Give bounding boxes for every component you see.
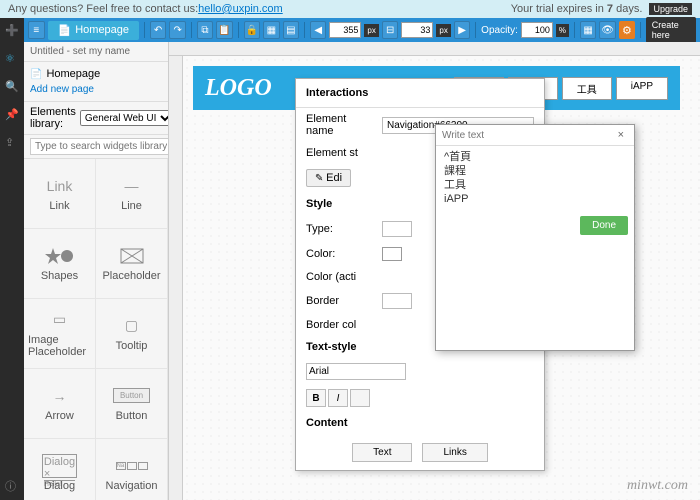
close-icon[interactable]: × [614,129,628,141]
upgrade-button[interactable]: Upgrade [649,3,692,15]
links-button[interactable]: Links [422,443,487,462]
widget-tooltip[interactable]: ▢Tooltip [96,299,168,369]
menu-icon[interactable]: ≡ [28,21,45,39]
eye-icon[interactable]: 👁 [599,21,616,39]
project-title[interactable]: Untitled - set my name [24,42,168,62]
paste-icon[interactable]: 📋 [216,21,233,39]
italic-button[interactable]: I [328,389,348,407]
info-icon[interactable]: ⓘ [5,478,19,492]
popup-item[interactable]: 課程 [444,164,626,178]
logo-text: LOGO [205,75,272,102]
add-page-link[interactable]: Add new page [30,82,162,97]
widget-placeholder[interactable]: Placeholder [96,229,168,299]
left-dock: ➕ ⚛ 🔍 📌 ⇪ ⓘ [0,18,24,500]
ruler-horizontal [169,42,700,56]
layer-icon[interactable]: ▤ [283,21,300,39]
page-item[interactable]: 📄 Homepage [30,66,162,82]
search-icon[interactable]: 🔍 [5,80,19,94]
type-input[interactable] [382,221,412,237]
copy-icon[interactable]: ⧉ [197,21,214,39]
undo-icon[interactable]: ↶ [150,21,167,39]
popup-item[interactable]: ^首頁 [444,150,626,164]
width-input[interactable] [329,22,361,38]
widget-dialog[interactable]: Dialog ×Hello!Dialog [24,439,96,500]
share-icon[interactable]: ⇪ [5,136,19,150]
pages-section: 📄 Homepage Add new page [24,62,168,102]
search-input[interactable] [30,138,169,155]
link-dim-icon[interactable]: ⊟ [382,21,399,39]
bold-button[interactable]: B [306,389,326,407]
nav-item[interactable]: iAPP [616,77,668,100]
color-swatch[interactable] [382,247,402,261]
add-icon[interactable]: ➕ [5,24,19,38]
widget-button[interactable]: ButtonButton [96,369,168,439]
ruler-vertical [169,56,183,500]
opacity-input[interactable] [521,22,553,38]
top-info-bar: Any questions? Feel free to contact us: … [0,0,700,18]
panel-title: Interactions [296,79,544,108]
nav-item[interactable]: 工具 [562,77,612,100]
pin-icon[interactable]: 📌 [5,108,19,122]
done-button[interactable]: Done [580,216,628,235]
widget-arrow[interactable]: →Arrow [24,369,96,439]
trial-info: Your trial expires in 7 days. Upgrade [511,3,692,15]
canvas: LOGO 首頁課程工具iAPP Interactions Element nam… [169,42,700,500]
side-panel: Untitled - set my name 📄 Homepage Add ne… [24,42,169,500]
popup-item[interactable]: 工具 [444,178,626,192]
widget-line[interactable]: —Line [96,159,168,229]
lock-icon[interactable]: 🔒 [244,21,261,39]
font-input[interactable] [306,363,406,380]
group-icon[interactable]: ▦ [263,21,280,39]
library-select[interactable]: General Web UI [80,110,169,126]
edit-button[interactable]: ✎ Edi [306,169,351,187]
arrow-left-icon[interactable]: ◀ [310,21,327,39]
height-input[interactable] [401,22,433,38]
content-section: Content [296,411,544,435]
widget-navigation[interactable]: NaNavigation [96,439,168,500]
widget-link[interactable]: LinkLink [24,159,96,229]
main-toolbar: ≡ 📄 Homepage ↶ ↷ ⧉ 📋 🔒 ▦ ▤ ◀ px ⊟ px ▶ O… [24,18,700,42]
page-tab[interactable]: 📄 Homepage [48,21,140,40]
create-button[interactable]: Create here [646,17,696,43]
library-selector: Elements library: General Web UI [24,102,168,135]
atom-icon[interactable]: ⚛ [5,52,19,66]
contact-email[interactable]: hello@uxpin.com [198,3,283,15]
widget-search: ⓧ [24,135,168,159]
contact-text: Any questions? Feel free to contact us: [8,3,198,15]
canvas-area[interactable]: LOGO 首頁課程工具iAPP Interactions Element nam… [183,56,700,500]
popup-input[interactable] [442,130,614,141]
text-button[interactable]: Text [352,443,412,462]
widget-shapes[interactable]: Shapes [24,229,96,299]
redo-icon[interactable]: ↷ [169,21,186,39]
widget-grid: LinkLink—LineShapesPlaceholder▭Image Pla… [24,159,168,500]
text-popup: × ^首頁課程工具iAPP Done [435,124,635,351]
opacity-label: Opacity: [481,25,518,36]
settings-icon[interactable]: ⚙ [619,21,635,39]
popup-item[interactable]: iAPP [444,192,626,206]
format-button[interactable] [350,389,370,407]
popup-list: ^首頁課程工具iAPP [436,146,634,210]
watermark: minwt.com [627,478,688,494]
arrow-right-icon[interactable]: ▶ [454,21,471,39]
grid-icon[interactable]: ▦ [580,21,597,39]
widget-image-placeholder[interactable]: ▭Image Placeholder [24,299,96,369]
border-input[interactable] [382,293,412,309]
